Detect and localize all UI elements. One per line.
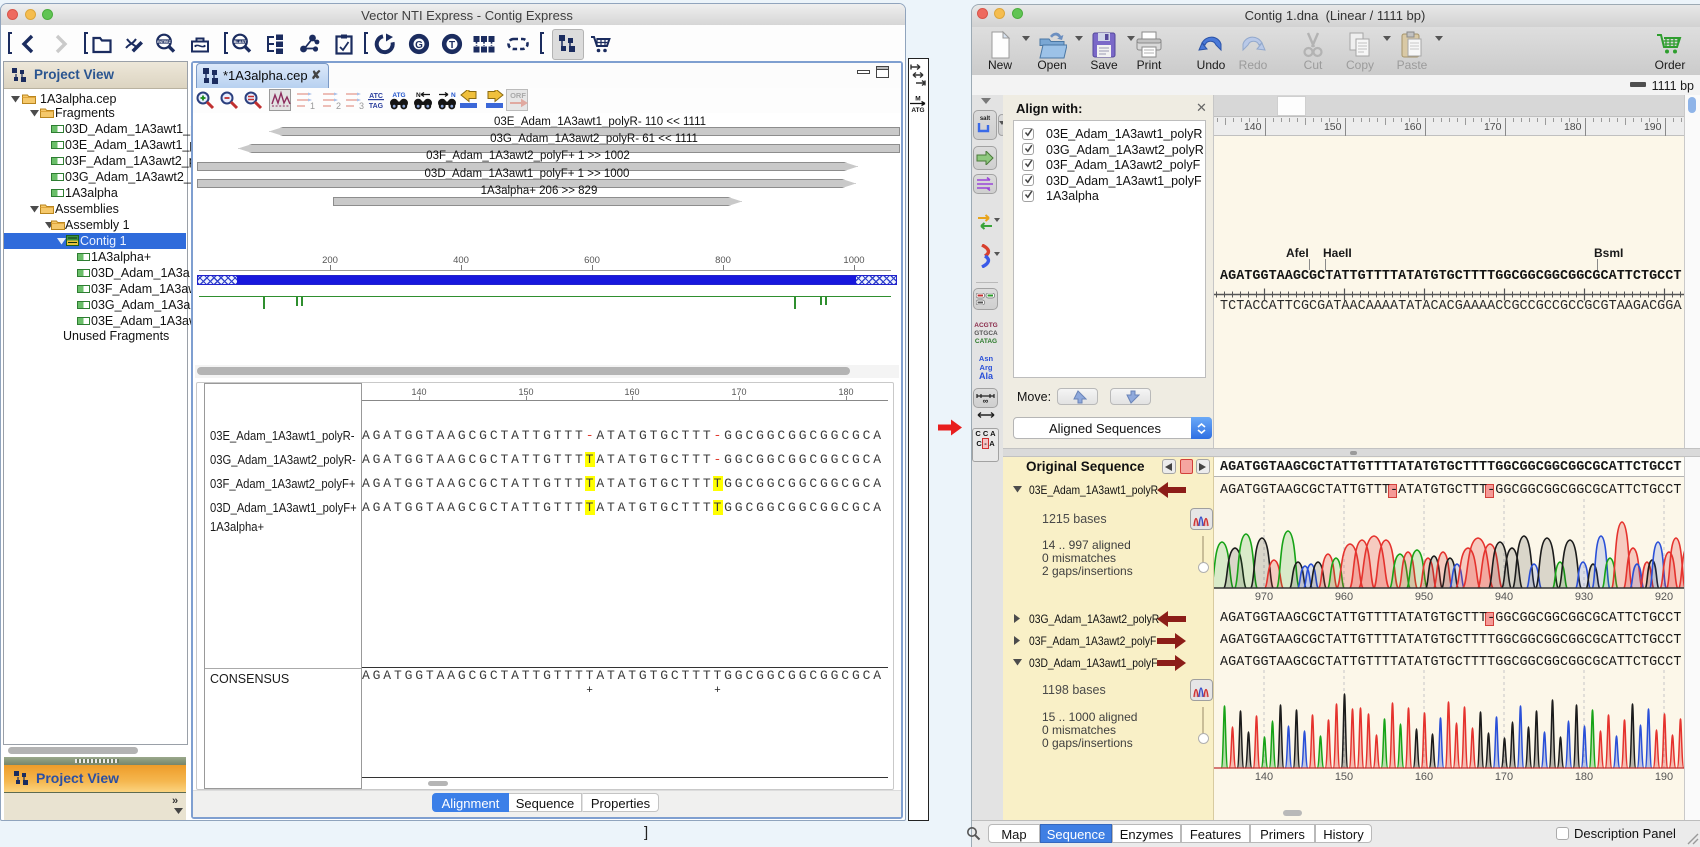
svg-text:TAG: TAG xyxy=(369,103,384,110)
svg-text:T: T xyxy=(449,40,455,51)
svg-text:salt: salt xyxy=(980,116,990,122)
svg-text:ATG: ATG xyxy=(392,92,405,99)
svg-text:M: M xyxy=(915,96,920,103)
svg-text:2: 2 xyxy=(336,101,341,110)
svg-text:1: 1 xyxy=(310,101,315,110)
svg-text:∞: ∞ xyxy=(983,397,989,405)
svg-text:BLAST: BLAST xyxy=(234,40,247,44)
svg-text:N: N xyxy=(416,92,421,99)
svg-text:N: N xyxy=(451,92,456,99)
svg-text:ATC: ATC xyxy=(369,93,383,100)
svg-text:3: 3 xyxy=(359,101,364,110)
svg-text:ORF: ORF xyxy=(510,91,526,100)
svg-text:ATG: ATG xyxy=(911,107,924,114)
svg-text:ENTREZ: ENTREZ xyxy=(157,40,171,44)
svg-text:G: G xyxy=(415,40,423,51)
